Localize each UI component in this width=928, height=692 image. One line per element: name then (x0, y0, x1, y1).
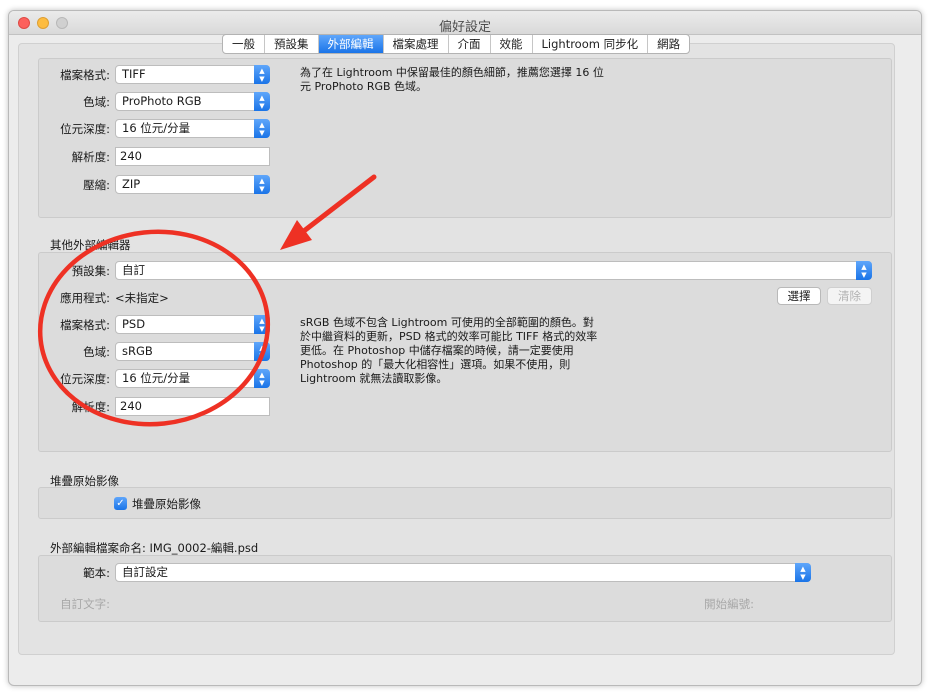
naming-template-select[interactable]: 自訂設定 ▲ ▼ (115, 563, 811, 582)
stack-checkbox[interactable]: ✓ (114, 497, 127, 510)
ps-bit-depth-value: 16 位元/分量 (122, 121, 191, 135)
other-app-value: <未指定> (115, 291, 169, 305)
other-editor-section-title: 其他外部編輯器 (50, 238, 131, 252)
ps-note-line1: 為了在 Lightroom 中保留最佳的顏色細節，推薦您選擇 16 位 (300, 66, 604, 79)
naming-template-value: 自訂設定 (122, 565, 168, 579)
other-preset-value: 自訂 (122, 263, 145, 277)
ps-compression-label: 壓縮: (83, 178, 110, 192)
ps-note-line2: 元 ProPhoto RGB 色域。 (300, 80, 428, 93)
ps-compression-value: ZIP (122, 177, 141, 191)
ps-bit-depth-select[interactable]: 16 位元/分量 ▲ ▼ (115, 119, 270, 138)
popup-arrows-icon: ▲ ▼ (254, 65, 270, 84)
other-file-format-select[interactable]: PSD ▲ ▼ (115, 315, 270, 334)
popup-arrows-icon: ▲ ▼ (254, 369, 270, 388)
window-title: 偏好設定 (438, 20, 491, 35)
tab-interface[interactable]: 介面 (449, 35, 491, 53)
ps-color-space-value: ProPhoto RGB (122, 94, 202, 108)
ps-bit-depth-label: 位元深度: (60, 122, 110, 136)
tab-lightroom-sync[interactable]: Lightroom 同步化 (533, 35, 649, 53)
tab-external-editing[interactable]: 外部編輯 (318, 35, 384, 53)
naming-section-title: 外部編輯檔案命名: IMG_0002-編輯.psd (50, 541, 259, 555)
other-bit-depth-value: 16 位元/分量 (122, 371, 191, 385)
popup-arrows-icon: ▲ ▼ (254, 315, 270, 334)
other-bit-depth-select[interactable]: 16 位元/分量 ▲ ▼ (115, 369, 270, 388)
popup-arrows-icon: ▲ ▼ (856, 261, 872, 280)
other-preset-label: 預設集: (71, 264, 110, 278)
ps-file-format-value: TIFF (122, 67, 146, 81)
ps-color-space-select[interactable]: ProPhoto RGB ▲ ▼ (115, 92, 270, 111)
other-note-line1: sRGB 色域不包含 Lightroom 可使用的全部範圍的顏色。對 (300, 316, 594, 329)
other-file-format-label: 檔案格式: (60, 318, 110, 332)
popup-arrows-icon: ▲ ▼ (254, 342, 270, 361)
ps-color-space-label: 色域: (83, 95, 110, 109)
other-note-line2: 於中繼資料的更新，PSD 格式的效率可能比 TIFF 格式的效率 (300, 330, 598, 343)
other-preset-select[interactable]: 自訂 ▲ ▼ (115, 261, 872, 280)
popup-arrows-icon: ▲ ▼ (254, 92, 270, 111)
naming-template-label: 範本: (83, 566, 110, 580)
other-resolution-label: 解析度: (71, 400, 110, 414)
ps-compression-select[interactable]: ZIP ▲ ▼ (115, 175, 270, 194)
title-bar: 偏好設定 (9, 11, 921, 35)
other-note-line4: Photoshop 的「最大化相容性」選項。如果不使用，則 (300, 358, 571, 371)
clear-button[interactable]: 清除 (827, 287, 872, 305)
tab-general[interactable]: 一般 (223, 35, 265, 53)
choose-button[interactable]: 選擇 (777, 287, 821, 305)
ps-file-format-label: 檔案格式: (60, 68, 110, 82)
tab-presets[interactable]: 預設集 (265, 35, 319, 53)
tab-performance[interactable]: 效能 (491, 35, 533, 53)
other-color-space-select[interactable]: sRGB ▲ ▼ (115, 342, 270, 361)
custom-text-label: 自訂文字: (60, 597, 110, 611)
other-file-format-value: PSD (122, 317, 146, 331)
stack-checkbox-label: 堆疊原始影像 (132, 497, 201, 511)
other-note-line5: Lightroom 就無法讀取影像。 (300, 372, 448, 385)
other-app-label: 應用程式: (60, 291, 110, 305)
tab-network[interactable]: 網路 (648, 35, 689, 53)
ps-resolution-label: 解析度: (71, 150, 110, 164)
popup-arrows-icon: ▲ ▼ (254, 119, 270, 138)
preferences-tabs: 一般 預設集 外部編輯 檔案處理 介面 效能 Lightroom 同步化 網路 (222, 34, 691, 54)
other-note-line3: 更低。在 Photoshop 中儲存檔案的時候，請一定要使用 (300, 344, 574, 357)
other-resolution-input[interactable]: 240 (115, 397, 270, 416)
other-color-space-label: 色域: (83, 345, 110, 359)
ps-resolution-input[interactable]: 240 (115, 147, 270, 166)
popup-arrows-icon: ▲ ▼ (254, 175, 270, 194)
ps-file-format-select[interactable]: TIFF ▲ ▼ (115, 65, 270, 84)
popup-arrows-icon: ▲ ▼ (795, 563, 811, 582)
other-bit-depth-label: 位元深度: (60, 372, 110, 386)
other-color-space-value: sRGB (122, 344, 153, 358)
tab-file-handling[interactable]: 檔案處理 (384, 35, 449, 53)
start-number-label: 開始編號: (704, 597, 754, 611)
